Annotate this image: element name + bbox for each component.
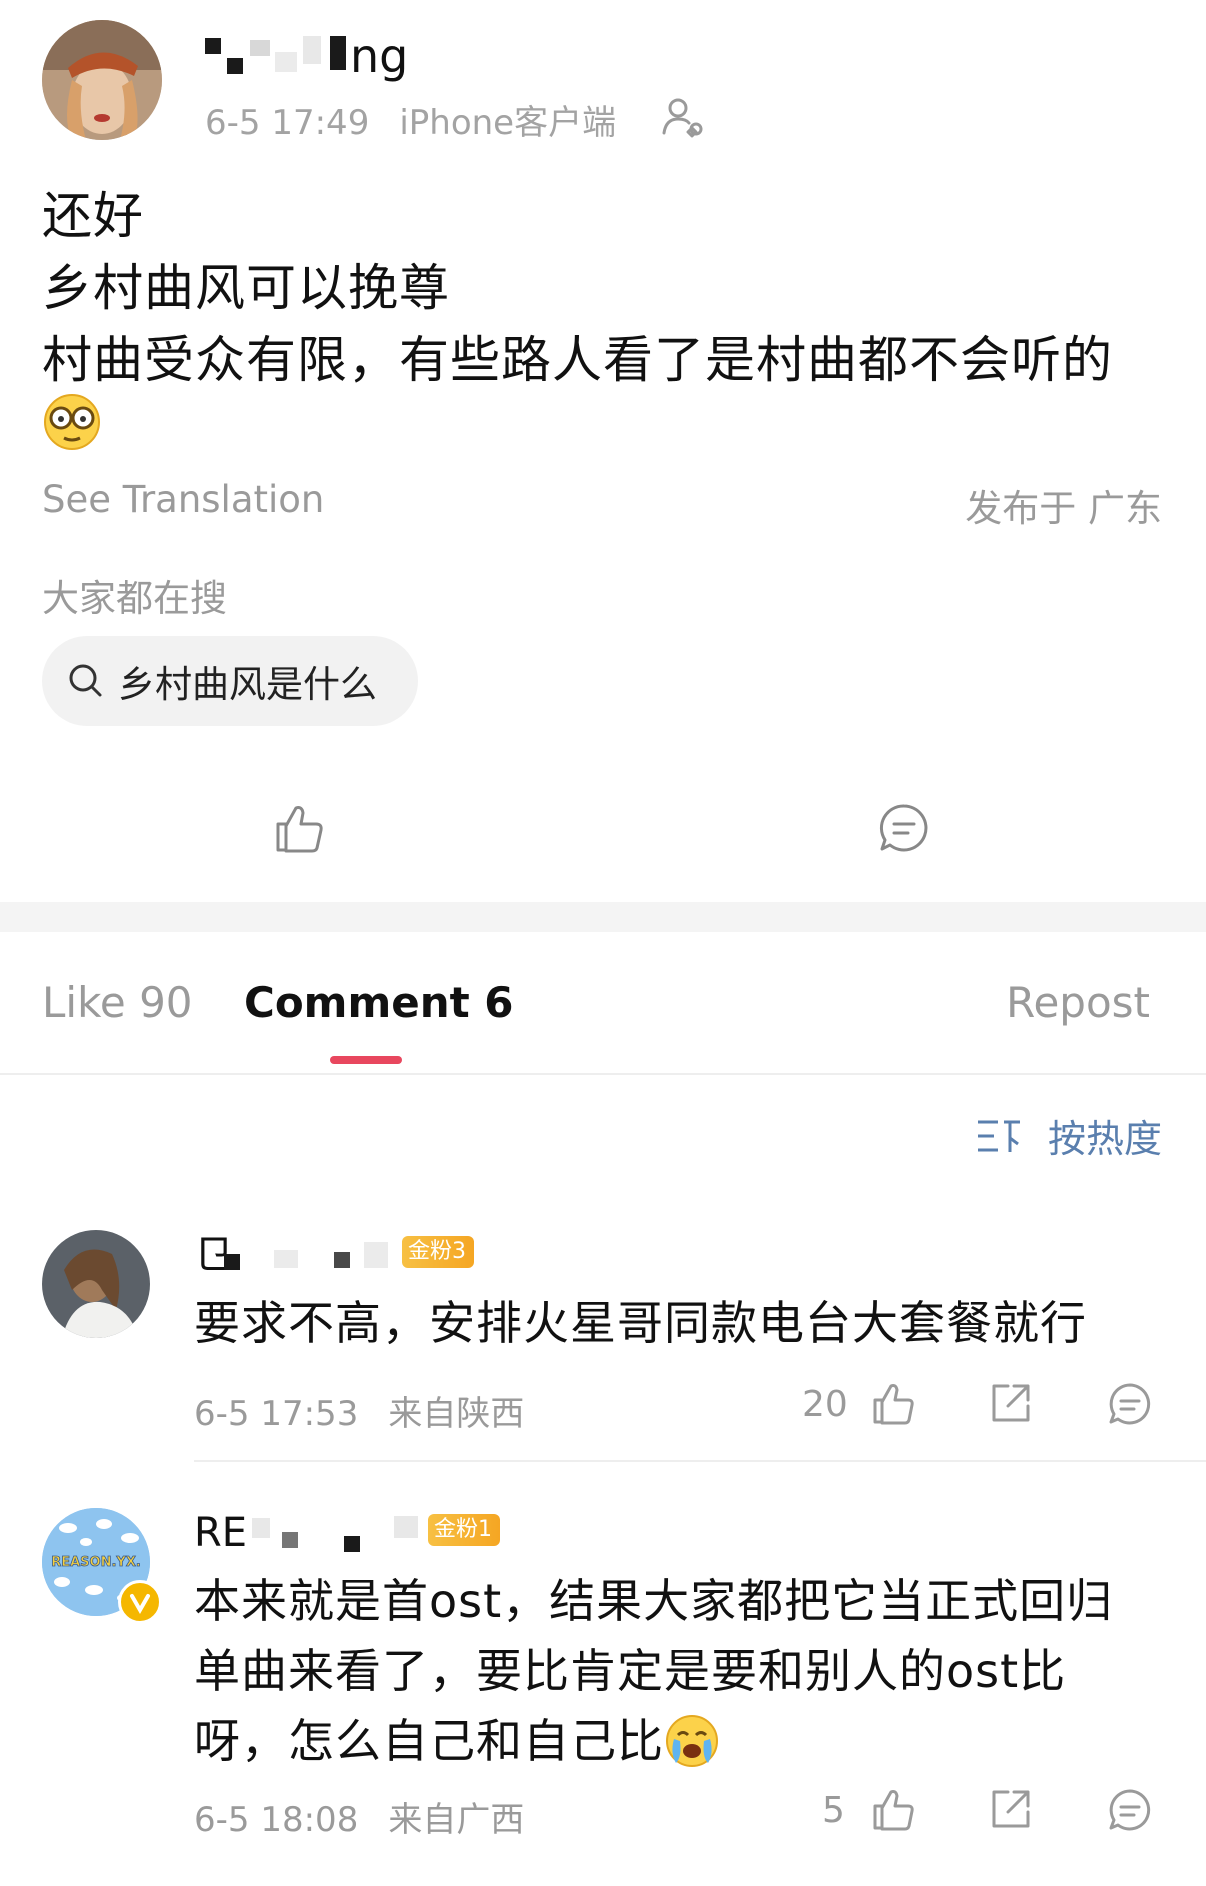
comment-icon — [1109, 1789, 1151, 1831]
post-line: 还好 — [42, 187, 144, 245]
comment-text: 本来就是首ost，结果大家都把它当正式回归 单曲来看了，要比肯定是要和别人的os… — [194, 1566, 1113, 1776]
search-icon — [69, 664, 102, 697]
post-body: 还好 乡村曲风可以挽尊 村曲受众有限，有些路人看了是村曲都不会听的 — [42, 180, 1113, 396]
post-like-button[interactable] — [272, 800, 328, 856]
trending-label: 大家都在搜 — [42, 577, 227, 620]
comment-reply-button[interactable] — [1106, 1380, 1154, 1428]
post-meta: 6-5 17:49 iPhone客户端 — [205, 95, 646, 144]
comment-location: 来自陕西 — [388, 1394, 525, 1434]
share-icon — [992, 1384, 1030, 1422]
posted-from: 发布于 广东 — [965, 487, 1162, 530]
tab-divider — [0, 1073, 1206, 1075]
sort-icon — [977, 1120, 1020, 1152]
comment-like-button[interactable] — [870, 1380, 918, 1428]
poster-avatar[interactable] — [42, 20, 162, 140]
comment-reply-button[interactable] — [1106, 1786, 1154, 1834]
post-comment-button[interactable] — [876, 800, 932, 856]
comment-time: 6-5 18:08 — [194, 1800, 359, 1840]
tab-like[interactable]: Like 90 — [42, 978, 193, 1027]
glasses-emoji — [42, 392, 102, 452]
active-tab-indicator — [330, 1056, 402, 1064]
username-visible-text: ng — [350, 29, 409, 83]
avatar-text: REASON.YX. — [51, 1555, 141, 1570]
comment-share-button[interactable] — [986, 1380, 1034, 1428]
post-line: 村曲受众有限，有些路人看了是村曲都不会听的 — [42, 331, 1113, 389]
post-time: 6-5 17:49 — [205, 103, 370, 143]
verified-icon — [118, 1580, 162, 1624]
comment-line: 呀，怎么自己和自己比 — [194, 1714, 664, 1768]
fan-badge: 金粉3 — [402, 1236, 474, 1268]
comment-avatar[interactable] — [42, 1230, 150, 1338]
comment-location: 来自广西 — [388, 1800, 525, 1840]
trending-query: 乡村曲风是什么 — [118, 663, 377, 706]
sort-label: 按热度 — [1047, 1117, 1162, 1161]
post-line: 乡村曲风可以挽尊 — [42, 259, 450, 317]
tab-repost[interactable]: Repost — [1006, 978, 1150, 1027]
section-divider — [0, 902, 1206, 932]
tab-comment[interactable]: Comment 6 — [244, 978, 514, 1027]
crying-emoji — [666, 1715, 718, 1767]
comment-line: 要求不高，安排火星哥同款电台大套餐就行 — [194, 1296, 1087, 1350]
fan-badge: 金粉1 — [428, 1514, 500, 1546]
comment-icon — [1109, 1383, 1151, 1425]
comment-divider — [194, 1460, 1206, 1462]
comment-icon — [879, 804, 928, 852]
thumbs-up-icon — [873, 1790, 914, 1831]
comment-text: 要求不高，安排火星哥同款电台大套餐就行 — [194, 1288, 1087, 1358]
comment-meta: 6-5 17:53 来自陕西 — [194, 1386, 554, 1435]
thumbs-up-icon — [276, 806, 323, 853]
comment-username[interactable]: RE 金粉1 — [194, 1510, 500, 1556]
share-icon — [992, 1790, 1030, 1828]
poster-username[interactable]: ng — [205, 30, 465, 82]
comment-username[interactable]: 㔾 金粉3 — [194, 1232, 494, 1278]
comment-like-button[interactable] — [870, 1786, 918, 1834]
thumbs-up-icon — [873, 1384, 914, 1425]
see-translation-link[interactable]: See Translation — [42, 478, 324, 521]
username-visible-text: RE — [194, 1510, 248, 1556]
comment-like-count: 5 — [822, 1790, 845, 1831]
comment-like-count: 20 — [802, 1384, 848, 1425]
sort-button[interactable]: 按热度 — [976, 1108, 1162, 1163]
trending-search-chip[interactable]: 乡村曲风是什么 — [42, 636, 418, 726]
comment-time: 6-5 17:53 — [194, 1394, 359, 1434]
comment-line: 本来就是首ost，结果大家都把它当正式回归 — [194, 1574, 1114, 1628]
comment-line: 单曲来看了，要比肯定是要和别人的ost比 — [194, 1644, 1067, 1698]
comment-share-button[interactable] — [986, 1786, 1034, 1834]
post-client: iPhone客户端 — [399, 103, 617, 143]
comment-meta: 6-5 18:08 来自广西 — [194, 1792, 554, 1841]
follow-icon[interactable] — [660, 95, 704, 139]
